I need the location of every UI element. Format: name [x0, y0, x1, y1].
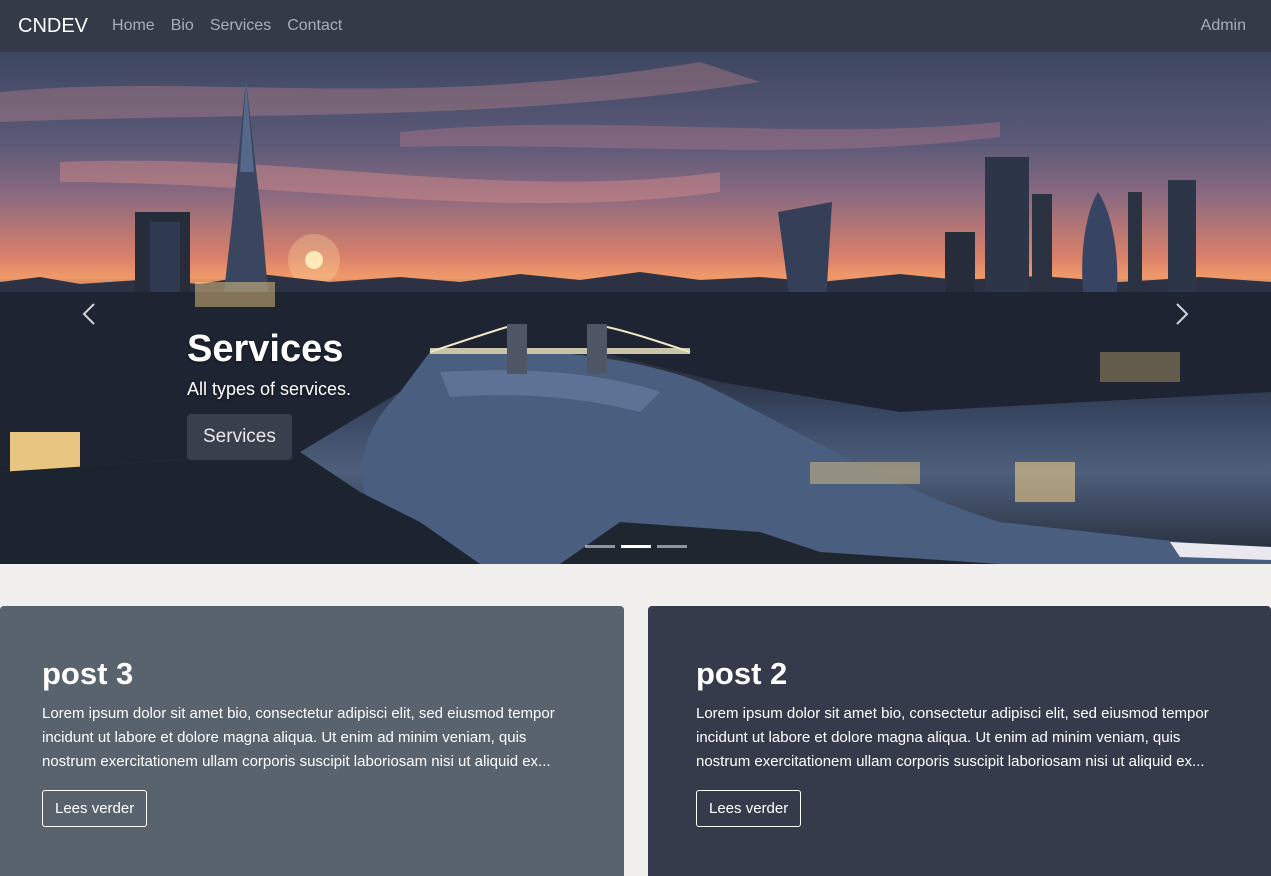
- chevron-left-icon[interactable]: [78, 302, 102, 326]
- nav-link-services[interactable]: Services: [210, 17, 271, 35]
- services-button[interactable]: Services: [187, 414, 292, 460]
- carousel-indicator-3[interactable]: [657, 545, 687, 548]
- nav-link-admin[interactable]: Admin: [1201, 17, 1246, 35]
- nav-link-bio[interactable]: Bio: [171, 17, 194, 35]
- nav-link-home[interactable]: Home: [112, 17, 155, 35]
- post-title: post 2: [696, 656, 788, 691]
- navbar: CNDEV Home Bio Services Contact Admin: [0, 0, 1271, 52]
- carousel-subtitle: All types of services.: [187, 379, 352, 399]
- carousel-indicator-2[interactable]: [621, 545, 651, 548]
- carousel-indicator-1[interactable]: [585, 545, 615, 548]
- post-card-2: post 2 Lorem ipsum dolor sit amet bio, c…: [648, 606, 1271, 876]
- carousel-caption: Services All types of services. Services: [187, 328, 351, 460]
- brand-logo[interactable]: CNDEV: [18, 15, 88, 38]
- read-more-button[interactable]: Lees verder: [42, 790, 148, 827]
- nav-link-contact[interactable]: Contact: [287, 17, 342, 35]
- read-more-button[interactable]: Lees verder: [696, 790, 802, 827]
- chevron-right-icon[interactable]: [1169, 302, 1193, 326]
- carousel-indicators: [585, 545, 693, 548]
- hero-carousel: Services All types of services. Services: [0, 52, 1271, 564]
- city-skyline-image: [0, 62, 1271, 564]
- post-title: post 3: [42, 656, 134, 691]
- post-card-3: post 3 Lorem ipsum dolor sit amet bio, c…: [0, 606, 624, 876]
- post-excerpt: Lorem ipsum dolor sit amet bio, consecte…: [696, 705, 1209, 770]
- carousel-title: Services: [187, 328, 344, 370]
- nav-links: Home Bio Services Contact: [112, 17, 358, 35]
- post-excerpt: Lorem ipsum dolor sit amet bio, consecte…: [42, 705, 555, 770]
